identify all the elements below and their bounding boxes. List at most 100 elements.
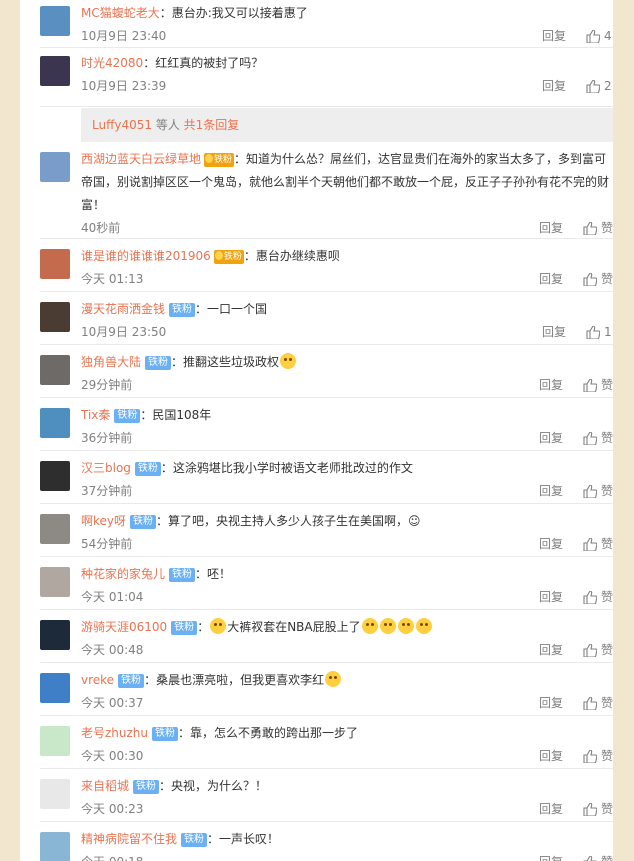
username-link[interactable]: 独角兽大陆	[81, 355, 141, 369]
avatar[interactable]	[40, 673, 70, 703]
like-button[interactable]: 赞	[583, 692, 613, 715]
comment-line: 种花家的家兔儿 铁粉 ：呸！	[81, 563, 613, 586]
reply-button[interactable]: 回复	[542, 321, 566, 344]
comment-item: 漫天花雨洒金钱 铁粉 ：一口一个国 10月9日 23:50 回复 1	[40, 292, 613, 345]
avatar[interactable]	[40, 461, 70, 491]
comment-text: ：推翻这些垃圾政权	[171, 355, 280, 369]
comment-actions: 回复 赞	[539, 851, 613, 861]
fan-badge: 铁粉	[152, 726, 179, 741]
sub-reply-count[interactable]: 共1条回复	[184, 118, 240, 132]
reply-button[interactable]: 回复	[542, 25, 566, 48]
comment-item: 老号zhuzhu 铁粉 ：靠，怎么不勇敢的跨出那一步了 今天 00:30 回复 赞	[40, 716, 613, 769]
like-count: 赞	[600, 484, 613, 498]
username-link[interactable]: MC猫蝮蛇老大	[81, 6, 160, 20]
like-count: 赞	[600, 696, 613, 710]
username-link[interactable]: 游骑天涯06100	[81, 620, 167, 634]
sub-reply-user[interactable]: Luffy4051	[92, 118, 152, 132]
comment-item: 谁是谁的谁谁谁201906 铁粉 ：惠台办继续惠呗 今天 01:13 回复 赞	[40, 239, 613, 292]
comment-actions: 回复 赞	[539, 217, 613, 240]
comment-item: 独角兽大陆 铁粉 ：推翻这些垃圾政权 29分钟前 回复 赞	[40, 345, 613, 398]
reply-button[interactable]: 回复	[539, 586, 563, 609]
comment-meta: 10月9日 23:40 回复 4	[81, 25, 613, 48]
like-button[interactable]: 赞	[583, 851, 613, 861]
avatar[interactable]	[40, 249, 70, 279]
comment-item: vreke 铁粉 ：桑晨也漂亮啦，但我更喜欢李红 今天 00:37 回复 赞	[40, 663, 613, 716]
avatar[interactable]	[40, 408, 70, 438]
comment-line: 谁是谁的谁谁谁201906 铁粉 ：惠台办继续惠呗	[81, 245, 613, 268]
comment-actions: 回复 赞	[539, 533, 613, 556]
username-link[interactable]: 种花家的家兔儿	[81, 567, 165, 581]
avatar[interactable]	[40, 6, 70, 36]
comment-meta: 54分钟前 回复 赞	[81, 533, 613, 556]
thumb-up-icon	[583, 538, 597, 551]
reply-button[interactable]: 回复	[539, 268, 563, 291]
username-link[interactable]: vreke	[81, 673, 114, 687]
emoji-icon	[379, 618, 396, 634]
username-link[interactable]: Tix秦	[81, 408, 110, 422]
like-button[interactable]: 赞	[583, 533, 613, 556]
username-link[interactable]: 老号zhuzhu	[81, 726, 148, 740]
like-button[interactable]: 赞	[583, 268, 613, 291]
like-button[interactable]: 赞	[583, 586, 613, 609]
like-button[interactable]: 赞	[583, 639, 613, 662]
reply-button[interactable]: 回复	[539, 798, 563, 821]
crown-icon	[205, 153, 214, 163]
like-button[interactable]: 赞	[583, 427, 613, 450]
reply-button[interactable]: 回复	[539, 851, 563, 861]
username-link[interactable]: 漫天花雨洒金钱	[81, 302, 165, 316]
username-link[interactable]: 汉三blog	[81, 461, 131, 475]
reply-button[interactable]: 回复	[539, 217, 563, 240]
fan-badge: 铁粉	[181, 832, 208, 847]
like-button[interactable]: 2	[586, 75, 613, 98]
username-link[interactable]: 时光42080	[81, 56, 143, 70]
like-button[interactable]: 赞	[583, 745, 613, 768]
thumb-up-icon	[583, 750, 597, 763]
reply-button[interactable]: 回复	[539, 374, 563, 397]
username-link[interactable]: 来自稻城	[81, 779, 129, 793]
avatar[interactable]	[40, 355, 70, 385]
reply-button[interactable]: 回复	[539, 692, 563, 715]
comment-line: 汉三blog 铁粉 ：这涂鸦堪比我小学时被语文老师批改过的作文	[81, 457, 613, 480]
reply-button[interactable]: 回复	[542, 75, 566, 98]
avatar[interactable]	[40, 779, 70, 809]
emoji-icon	[280, 353, 297, 369]
reply-button[interactable]: 回复	[539, 427, 563, 450]
avatar[interactable]	[40, 726, 70, 756]
avatar[interactable]	[40, 567, 70, 597]
avatar[interactable]	[40, 152, 70, 182]
avatar[interactable]	[40, 832, 70, 861]
reply-button[interactable]: 回复	[539, 480, 563, 503]
comment-text: ：民国108年	[140, 408, 212, 422]
username-link[interactable]: 啊key呀	[81, 514, 126, 528]
avatar[interactable]	[40, 302, 70, 332]
thumb-up-icon	[583, 485, 597, 498]
comment-line: MC猫蝮蛇老大：惠台办:我又可以接着惠了	[81, 2, 613, 25]
comment-text: ：	[197, 620, 210, 634]
reply-button[interactable]: 回复	[539, 745, 563, 768]
avatar[interactable]	[40, 56, 70, 86]
avatar[interactable]	[40, 620, 70, 650]
like-button[interactable]: 赞	[583, 798, 613, 821]
comment-text: ：算了吧，央视主持人多少人孩子生在美国啊，☺	[156, 514, 421, 528]
like-button[interactable]: 赞	[583, 217, 613, 240]
like-button[interactable]: 赞	[583, 480, 613, 503]
thumb-up-icon	[586, 30, 600, 43]
username-link[interactable]: 精神病院留不住我	[81, 832, 177, 846]
username-link[interactable]: 谁是谁的谁谁谁201906	[81, 249, 211, 263]
comment-text: ：一声长叹！	[207, 832, 280, 846]
vip-badge: 铁粉	[213, 249, 244, 264]
comment-line: 精神病院留不住我 铁粉 ：一声长叹！	[81, 828, 613, 851]
like-count: 赞	[600, 537, 613, 551]
reply-button[interactable]: 回复	[539, 639, 563, 662]
fan-badge: 铁粉	[133, 779, 160, 794]
username-link[interactable]: 西湖边蓝天白云绿草地	[81, 152, 201, 166]
comment-text: ：央视，为什么？！	[159, 779, 268, 793]
comment-actions: 回复 赞	[539, 427, 613, 450]
reply-button[interactable]: 回复	[539, 533, 563, 556]
avatar[interactable]	[40, 514, 70, 544]
like-button[interactable]: 赞	[583, 374, 613, 397]
sub-reply-summary[interactable]: Luffy4051 等人 共1条回复	[81, 108, 613, 142]
like-button[interactable]: 4	[586, 25, 613, 48]
comment-text: ：红红真的被封了吗？	[143, 56, 264, 70]
like-button[interactable]: 1	[586, 321, 613, 344]
